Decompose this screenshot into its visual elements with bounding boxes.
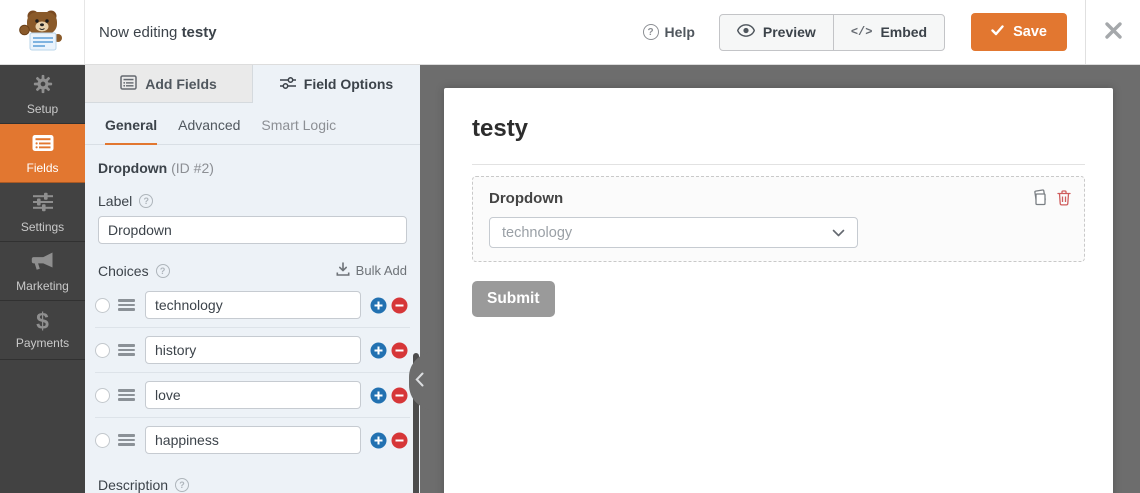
- eye-icon: [736, 24, 755, 40]
- nav-item-setup[interactable]: Setup: [0, 65, 85, 124]
- close-builder-button[interactable]: [1086, 0, 1140, 64]
- topbar: Now editing testy ? Help Preview </> Emb…: [0, 0, 1140, 65]
- help-button[interactable]: ? Help: [642, 24, 695, 40]
- form-preview-card: testy Dropdown technology Submit: [444, 88, 1113, 493]
- save-button[interactable]: Save: [971, 13, 1067, 51]
- add-choice-button[interactable]: [370, 432, 387, 449]
- chevron-left-icon: [415, 372, 424, 390]
- field-actions: [1031, 189, 1071, 206]
- remove-choice-button[interactable]: [391, 387, 408, 404]
- topbar-actions: ? Help Preview </> Embed Save: [642, 0, 1140, 64]
- field-options-sliders-icon: [279, 76, 296, 93]
- selected-option: technology: [502, 224, 573, 241]
- duplicate-field-button[interactable]: [1031, 189, 1048, 206]
- panel-tabs: Add Fields Field Options: [85, 65, 420, 103]
- nav-item-marketing[interactable]: Marketing: [0, 242, 85, 301]
- builder-main: Setup Fields Settings Marketing $ Paymen…: [0, 65, 1140, 493]
- bulk-add-download-icon: [336, 262, 350, 279]
- sliders-icon: [31, 191, 55, 216]
- gear-icon: [32, 73, 54, 98]
- preview-button[interactable]: Preview: [718, 13, 834, 51]
- preview-field-label: Dropdown: [489, 190, 564, 207]
- drag-handle-icon[interactable]: [118, 434, 135, 446]
- form-preview-title: testy: [472, 115, 529, 142]
- option-subtabs: General Advanced Smart Logic: [85, 103, 420, 145]
- nav-item-fields[interactable]: Fields: [0, 124, 85, 183]
- choice-default-radio[interactable]: [95, 342, 110, 358]
- description-help-icon[interactable]: ?: [175, 478, 190, 492]
- submit-button-preview[interactable]: Submit: [472, 281, 555, 317]
- code-icon: </>: [850, 25, 873, 39]
- builder-nav: Setup Fields Settings Marketing $ Paymen…: [0, 65, 85, 493]
- subtab-advanced[interactable]: Advanced: [178, 117, 240, 144]
- nav-item-settings[interactable]: Settings: [0, 183, 85, 242]
- choices-list: [95, 283, 410, 462]
- label-help-icon[interactable]: ?: [139, 194, 154, 208]
- add-choice-button[interactable]: [370, 387, 387, 404]
- form-preview-workspace: testy Dropdown technology Submit: [409, 65, 1140, 493]
- help-icon: ?: [642, 24, 659, 40]
- subtab-general[interactable]: General: [105, 117, 158, 145]
- form-builder-app: Now editing testy ? Help Preview </> Emb…: [0, 0, 1140, 493]
- dropdown-select[interactable]: technology: [489, 217, 858, 248]
- remove-choice-button[interactable]: [391, 342, 408, 359]
- app-logo: [0, 0, 85, 64]
- title-divider: [472, 164, 1085, 165]
- choice-default-radio[interactable]: [95, 297, 110, 313]
- label-option-heading: Label ?: [98, 193, 407, 209]
- dropdown-field-preview[interactable]: Dropdown technology: [472, 176, 1085, 262]
- choice-row: [95, 417, 410, 462]
- tab-field-options[interactable]: Field Options: [253, 65, 420, 103]
- choice-input[interactable]: [145, 291, 361, 319]
- choice-input[interactable]: [145, 426, 361, 454]
- field-title: Dropdown (ID #2): [98, 160, 214, 176]
- choice-row: [95, 283, 410, 327]
- megaphone-icon: [31, 250, 55, 275]
- choice-row: [95, 372, 410, 417]
- checkmark-icon: [991, 24, 1004, 40]
- choices-heading: Choices ? Bulk Add: [98, 262, 407, 279]
- tab-add-fields[interactable]: Add Fields: [85, 65, 253, 103]
- drag-handle-icon[interactable]: [118, 299, 135, 311]
- dollar-icon: $: [36, 308, 49, 334]
- preview-embed-group: Preview </> Embed: [718, 13, 946, 51]
- fields-list-icon: [31, 132, 55, 157]
- label-input[interactable]: [98, 216, 407, 244]
- drag-handle-icon[interactable]: [118, 344, 135, 356]
- embed-button[interactable]: </> Embed: [832, 13, 946, 51]
- add-fields-list-icon: [120, 74, 137, 93]
- delete-field-button[interactable]: [1057, 189, 1071, 206]
- remove-choice-button[interactable]: [391, 297, 408, 314]
- drag-handle-icon[interactable]: [118, 389, 135, 401]
- choice-row: [95, 327, 410, 372]
- choices-help-icon[interactable]: ?: [155, 263, 170, 278]
- now-editing-text: Now editing testy: [99, 23, 217, 41]
- field-id: (ID #2): [171, 160, 214, 176]
- choice-default-radio[interactable]: [95, 432, 110, 448]
- add-choice-button[interactable]: [370, 297, 387, 314]
- wpforms-bear-logo-icon: [17, 8, 67, 57]
- add-choice-button[interactable]: [370, 342, 387, 359]
- form-name: testy: [181, 23, 217, 41]
- bulk-add-button[interactable]: Bulk Add: [336, 262, 407, 279]
- description-heading: Description ?: [98, 477, 407, 493]
- choice-input[interactable]: [145, 336, 361, 364]
- close-icon: [1104, 21, 1123, 43]
- chevron-down-icon: [832, 225, 845, 241]
- subtab-smart-logic[interactable]: Smart Logic: [261, 117, 336, 144]
- nav-item-payments[interactable]: $ Payments: [0, 301, 85, 360]
- remove-choice-button[interactable]: [391, 432, 408, 449]
- field-options-panel: Add Fields Field Options General Advance…: [85, 65, 420, 493]
- choice-default-radio[interactable]: [95, 387, 110, 403]
- choice-input[interactable]: [145, 381, 361, 409]
